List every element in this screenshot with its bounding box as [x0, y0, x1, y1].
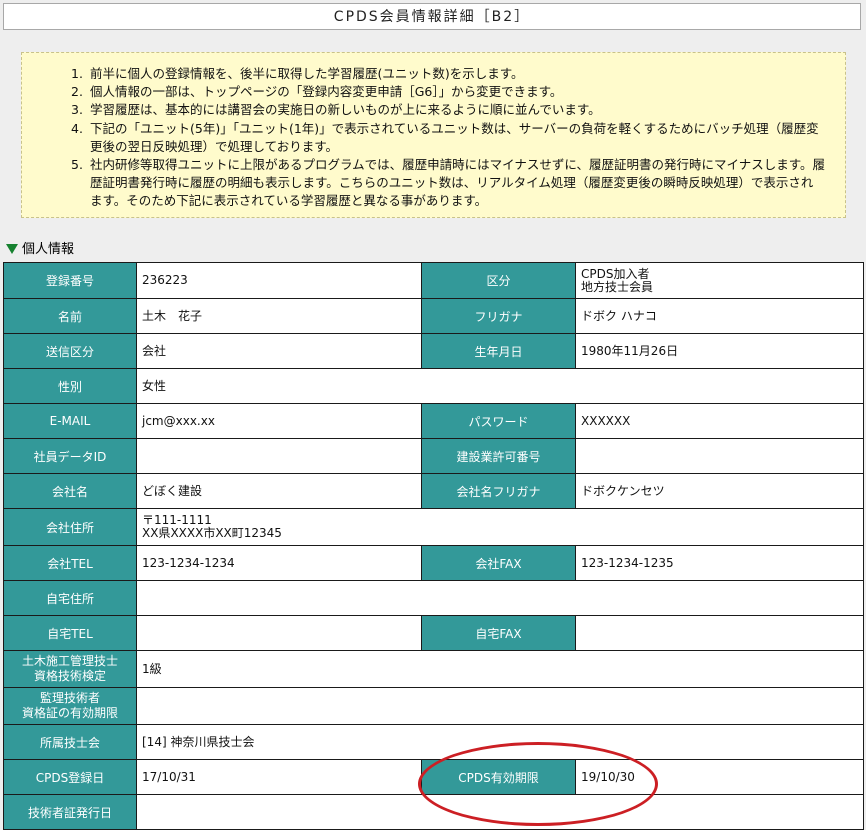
label-gender: 性別	[3, 368, 137, 404]
label-supervisor-line1: 監理技術者	[39, 691, 100, 705]
value-association: [14] 神奈川県技士会	[136, 724, 864, 760]
table-row: 監理技術者 資格証の有効期限	[3, 687, 864, 725]
label-company-kana: 会社名フリガナ	[421, 473, 576, 509]
label-home-address: 自宅住所	[3, 580, 137, 616]
value-cpds-expiry: 19/10/30	[575, 759, 864, 795]
table-row: 土木施工管理技士 資格技術検定 1級	[3, 650, 864, 688]
value-gender: 女性	[136, 368, 864, 404]
personal-info-table: 登録番号 236223 区分 CPDS加入者 地方技士会員 名前 土木 花子 フリ…	[3, 262, 864, 830]
notice-item-number: 4.	[71, 120, 83, 136]
label-company-name: 会社名	[3, 473, 137, 509]
value-send-category: 会社	[136, 333, 422, 369]
table-row: CPDS登録日 17/10/31 CPDS有効期限 19/10/30	[3, 759, 864, 795]
value-category-line1: CPDS加入者	[581, 266, 650, 281]
value-qualification: 1級	[136, 650, 864, 688]
value-category: CPDS加入者 地方技士会員	[575, 262, 864, 299]
table-row: 送信区分 会社 生年月日 1980年11月26日	[3, 333, 864, 369]
label-association: 所属技士会	[3, 724, 137, 760]
label-supervisor-line2: 資格証の有効期限	[21, 706, 118, 720]
notice-item: 2. 個人情報の一部は、トップページの「登録内容変更申請［G6］」から変更できます…	[71, 83, 825, 101]
table-row: E-MAIL jcm@xxx.xx パスワード XXXXXX	[3, 403, 864, 439]
table-row: 会社住所 〒111-1111 XX県XXXX市XX町12345	[3, 508, 864, 546]
value-birthdate: 1980年11月26日	[575, 333, 864, 369]
label-password: パスワード	[421, 403, 576, 439]
notice-box: 1. 前半に個人の登録情報を、後半に取得した学習履歴(ユニット数)を示します。 2…	[21, 52, 846, 218]
notice-item-number: 3.	[71, 102, 83, 118]
value-name: 土木 花子	[136, 298, 422, 334]
label-company-address: 会社住所	[3, 508, 137, 546]
label-qualification-line1: 土木施工管理技士	[21, 654, 118, 668]
label-home-tel: 自宅TEL	[3, 615, 137, 651]
label-qualification: 土木施工管理技士 資格技術検定	[3, 650, 137, 688]
value-home-tel	[136, 615, 422, 651]
notice-item-number: 1.	[71, 66, 83, 81]
label-home-fax: 自宅FAX	[421, 615, 576, 651]
label-send-category: 送信区分	[3, 333, 137, 369]
value-home-fax	[575, 615, 864, 651]
value-company-street: XX県XXXX市XX町12345	[142, 526, 282, 540]
notice-item-text: 社内研修等取得ユニットに上限があるプログラムでは、履歴申請時にはマイナスせずに、…	[90, 157, 826, 209]
value-supervisor-cert	[136, 687, 864, 725]
label-cert-issue-date: 技術者証発行日	[3, 794, 137, 830]
notice-item-text: 学習履歴は、基本的には講習会の実施日の新しいものが上に来るように順に並んでいます…	[90, 102, 601, 118]
label-supervisor-cert: 監理技術者 資格証の有効期限	[3, 687, 137, 725]
label-birthdate: 生年月日	[421, 333, 576, 369]
table-row: 会社名 どぼく建設 会社名フリガナ ドボクケンセツ	[3, 473, 864, 509]
value-email: jcm@xxx.xx	[136, 403, 422, 439]
notice-item: 3. 学習履歴は、基本的には講習会の実施日の新しいものが上に来るように順に並んでい…	[71, 101, 825, 119]
value-company-fax: 123-1234-1235	[575, 545, 864, 581]
value-category-line2: 地方技士会員	[581, 279, 654, 294]
table-row: 登録番号 236223 区分 CPDS加入者 地方技士会員	[3, 262, 864, 299]
notice-item: 1. 前半に個人の登録情報を、後半に取得した学習履歴(ユニット数)を示します。	[71, 65, 825, 83]
label-qualification-line2: 資格技術検定	[33, 669, 106, 683]
label-name: 名前	[3, 298, 137, 334]
value-cpds-reg-date: 17/10/31	[136, 759, 422, 795]
label-reg-no: 登録番号	[3, 262, 137, 299]
triangle-down-icon[interactable]	[6, 244, 18, 254]
label-company-fax: 会社FAX	[421, 545, 576, 581]
table-row: 所属技士会 [14] 神奈川県技士会	[3, 724, 864, 760]
notice-item: 5. 社内研修等取得ユニットに上限があるプログラムでは、履歴申請時にはマイナスせず…	[71, 156, 826, 211]
value-reg-no: 236223	[136, 262, 422, 299]
label-employee-id: 社員データID	[3, 438, 137, 474]
label-cpds-reg-date: CPDS登録日	[3, 759, 137, 795]
label-furigana: フリガナ	[421, 298, 576, 334]
value-company-kana: ドボクケンセツ	[575, 473, 864, 509]
label-permit-no: 建設業許可番号	[421, 438, 576, 474]
value-home-address	[136, 580, 864, 616]
notice-item-text: 個人情報の一部は、トップページの「登録内容変更申請［G6］」から変更できます。	[90, 84, 563, 100]
value-company-address: 〒111-1111 XX県XXXX市XX町12345	[136, 508, 864, 546]
label-cpds-expiry: CPDS有効期限	[421, 759, 576, 795]
notice-item-text: 前半に個人の登録情報を、後半に取得した学習履歴(ユニット数)を示します。	[90, 66, 524, 81]
value-company-tel: 123-1234-1234	[136, 545, 422, 581]
table-row: 性別 女性	[3, 368, 864, 404]
label-email: E-MAIL	[3, 403, 137, 439]
value-furigana: ドボク ハナコ	[575, 298, 864, 334]
value-cert-issue-date	[136, 794, 864, 830]
notice-item: 4. 下記の「ユニット(5年)」「ユニット(1年)」で表示されているユニット数は、…	[71, 120, 825, 156]
value-employee-id	[136, 438, 422, 474]
notice-item-number: 5.	[71, 157, 83, 173]
table-row: 技術者証発行日	[3, 794, 864, 830]
table-row: 自宅TEL 自宅FAX	[3, 615, 864, 651]
notice-item-number: 2.	[71, 84, 83, 100]
value-company-name: どぼく建設	[136, 473, 422, 509]
value-permit-no	[575, 438, 864, 474]
table-row: 会社TEL 123-1234-1234 会社FAX 123-1234-1235	[3, 545, 864, 581]
table-row: 名前 土木 花子 フリガナ ドボク ハナコ	[3, 298, 864, 334]
table-row: 自宅住所	[3, 580, 864, 616]
window-title: CPDS会員情報詳細［B2］	[3, 3, 861, 30]
section-title: 個人情報	[22, 242, 75, 257]
value-password: XXXXXX	[575, 403, 864, 439]
table-row: 社員データID 建設業許可番号	[3, 438, 864, 474]
label-category: 区分	[421, 262, 576, 299]
section-header-personal-info[interactable]: 個人情報	[6, 241, 74, 259]
label-company-tel: 会社TEL	[3, 545, 137, 581]
notice-item-text: 下記の「ユニット(5年)」「ユニット(1年)」で表示されているユニット数は、サー…	[90, 120, 819, 154]
